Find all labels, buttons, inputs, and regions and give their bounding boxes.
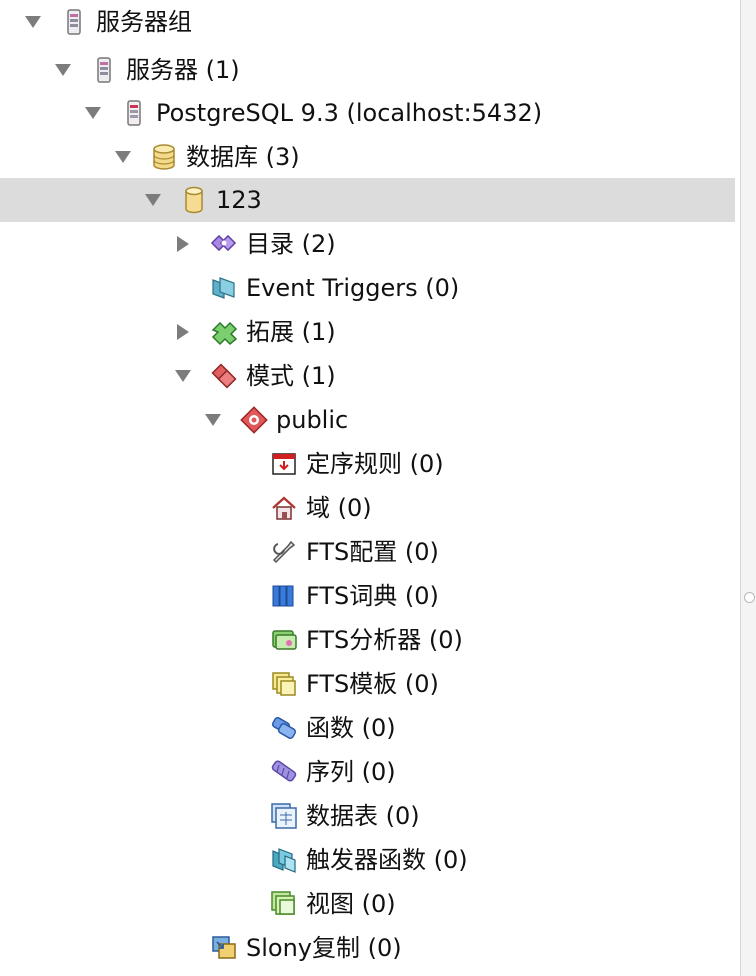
tree-row-server-group[interactable]: 服务器组: [0, 0, 735, 44]
tree-item-label: 域 (0): [306, 494, 372, 522]
fts-parsers-icon: [270, 626, 298, 654]
fts-configurations-icon: [270, 538, 298, 566]
tree-row-fts-parsers[interactable]: FTS分析器 (0): [0, 618, 735, 662]
schemas-icon: [210, 362, 238, 390]
databases-icon: [150, 143, 178, 171]
expand-toggle-icon[interactable]: [84, 104, 102, 122]
event-triggers-icon: [210, 274, 238, 302]
tree-item-label: 定序规则 (0): [306, 450, 444, 478]
database-icon: [180, 186, 208, 214]
views-icon: [270, 890, 298, 918]
tree-row-public-schema[interactable]: public: [0, 398, 735, 442]
tree-item-label: 触发器函数 (0): [306, 846, 468, 874]
tree-item-label: 服务器组: [96, 8, 192, 36]
tree-row-trigger-functions[interactable]: 触发器函数 (0): [0, 838, 735, 882]
tree-item-label: 函数 (0): [306, 714, 396, 742]
no-toggle: [234, 455, 252, 473]
tree-item-label: 拓展 (1): [246, 318, 336, 346]
tree-row-postgresql[interactable]: PostgreSQL 9.3 (localhost:5432): [0, 91, 735, 135]
tree-row-functions[interactable]: 函数 (0): [0, 706, 735, 750]
tree-row-fts-dictionaries[interactable]: FTS词典 (0): [0, 574, 735, 618]
server-icon: [90, 56, 118, 84]
expand-toggle-icon[interactable]: [204, 411, 222, 429]
tree-row-fts-templates[interactable]: FTS模板 (0): [0, 662, 735, 706]
tree-item-label: PostgreSQL 9.3 (localhost:5432): [156, 99, 543, 127]
no-toggle: [234, 851, 252, 869]
tree-item-label: FTS词典 (0): [306, 582, 439, 610]
tree-row-fts-configurations[interactable]: FTS配置 (0): [0, 530, 735, 574]
no-toggle: [234, 543, 252, 561]
tree-item-label: FTS分析器 (0): [306, 626, 463, 654]
tree-row-extensions[interactable]: 拓展 (1): [0, 310, 735, 354]
schema-icon: [240, 406, 268, 434]
tree-row-catalogs[interactable]: 目录 (2): [0, 222, 735, 266]
no-toggle: [174, 939, 192, 957]
scrollbar-thumb[interactable]: [744, 592, 755, 603]
no-toggle: [234, 499, 252, 517]
collations-icon: [270, 450, 298, 478]
expand-toggle-icon[interactable]: [24, 13, 42, 31]
server-group-icon: [60, 8, 88, 36]
tree-item-label: public: [276, 406, 349, 434]
expand-toggle-icon[interactable]: [174, 367, 192, 385]
tree-row-database-123[interactable]: 123: [0, 178, 735, 222]
tree-item-label: 模式 (1): [246, 362, 336, 390]
tree-row-sequences[interactable]: 序列 (0): [0, 750, 735, 794]
tree-row-tables[interactable]: 数据表 (0): [0, 794, 735, 838]
tree-item-label: 序列 (0): [306, 758, 396, 786]
tree-item-label: 目录 (2): [246, 230, 336, 258]
tree-row-databases[interactable]: 数据库 (3): [0, 135, 735, 179]
postgresql-server-icon: [120, 99, 148, 127]
domains-icon: [270, 494, 298, 522]
no-toggle: [174, 279, 192, 297]
tree-row-servers[interactable]: 服务器 (1): [0, 48, 735, 92]
slony-replication-icon: [210, 934, 238, 962]
tree-item-label: 视图 (0): [306, 890, 396, 918]
tree-item-label: 数据表 (0): [306, 802, 420, 830]
no-toggle: [234, 675, 252, 693]
expand-toggle-icon[interactable]: [114, 148, 132, 166]
fts-dictionaries-icon: [270, 582, 298, 610]
collapse-toggle-icon[interactable]: [174, 323, 192, 341]
tree-item-label: 服务器 (1): [126, 56, 240, 84]
tree-row-domains[interactable]: 域 (0): [0, 486, 735, 530]
tree-item-label: Slony复制 (0): [246, 934, 402, 962]
collapse-toggle-icon[interactable]: [174, 235, 192, 253]
tree-row-schemas[interactable]: 模式 (1): [0, 354, 735, 398]
no-toggle: [234, 807, 252, 825]
no-toggle: [234, 763, 252, 781]
tree-item-label: Event Triggers (0): [246, 274, 460, 302]
tree-row-event-triggers[interactable]: Event Triggers (0): [0, 266, 735, 310]
tree-item-label: 123: [216, 186, 262, 214]
trigger-functions-icon: [270, 846, 298, 874]
tree-item-label: FTS模板 (0): [306, 670, 439, 698]
tree-item-label: FTS配置 (0): [306, 538, 439, 566]
tables-icon: [270, 802, 298, 830]
tree-row-slony-replication[interactable]: Slony复制 (0): [0, 926, 735, 970]
no-toggle: [234, 719, 252, 737]
expand-toggle-icon[interactable]: [144, 191, 162, 209]
sequences-icon: [270, 758, 298, 786]
fts-templates-icon: [270, 670, 298, 698]
object-browser-tree: 服务器组 服务器 (1) PostgreSQL 9.3 (localhost:5…: [0, 0, 740, 976]
tree-item-label: 数据库 (3): [186, 143, 300, 171]
no-toggle: [234, 631, 252, 649]
vertical-scrollbar[interactable]: [740, 0, 756, 976]
no-toggle: [234, 587, 252, 605]
functions-icon: [270, 714, 298, 742]
catalogs-icon: [210, 230, 238, 258]
no-toggle: [234, 895, 252, 913]
extensions-icon: [210, 318, 238, 346]
expand-toggle-icon[interactable]: [54, 61, 72, 79]
tree-row-collations[interactable]: 定序规则 (0): [0, 442, 735, 486]
tree-row-views[interactable]: 视图 (0): [0, 882, 735, 926]
